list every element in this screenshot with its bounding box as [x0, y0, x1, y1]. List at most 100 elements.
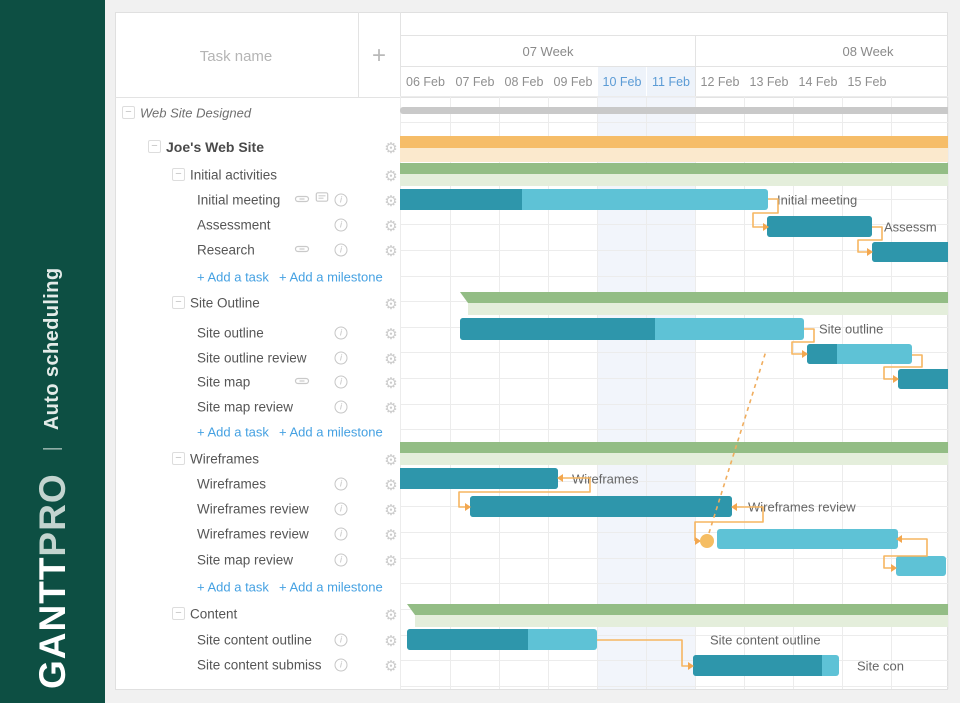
- collapse-toggle[interactable]: −: [172, 607, 185, 620]
- task-bar-site-outline[interactable]: [460, 318, 804, 340]
- info-icon[interactable]: i: [335, 634, 348, 647]
- info-icon[interactable]: i: [335, 376, 348, 389]
- task-list-label[interactable]: Assessment: [197, 218, 271, 233]
- task-list-label[interactable]: Site content outline: [197, 633, 312, 648]
- gear-icon[interactable]: ⚙: [384, 374, 397, 392]
- grid-hline: [400, 122, 948, 123]
- task-list-label[interactable]: Site map review: [197, 553, 293, 568]
- info-icon[interactable]: i: [335, 352, 348, 365]
- gear-icon[interactable]: ⚙: [384, 217, 397, 235]
- collapse-toggle[interactable]: −: [122, 106, 135, 119]
- day-header-cell[interactable]: 10 Feb: [598, 67, 646, 97]
- task-bar-site-outline-review[interactable]: [807, 344, 912, 364]
- task-bar-wireframes-review-2[interactable]: [717, 529, 898, 549]
- task-list-label[interactable]: Wireframes review: [197, 502, 309, 517]
- collapse-toggle[interactable]: −: [172, 452, 185, 465]
- gear-icon[interactable]: ⚙: [384, 242, 397, 260]
- collapse-toggle[interactable]: −: [148, 140, 161, 153]
- gear-icon[interactable]: ⚙: [384, 295, 397, 313]
- day-header-cell[interactable]: 07 Feb: [451, 67, 499, 97]
- gear-icon[interactable]: ⚙: [384, 501, 397, 519]
- summary-bar-content-summary[interactable]: [407, 604, 948, 615]
- task-bar-research[interactable]: [872, 242, 948, 262]
- task-bar-assessment[interactable]: [767, 216, 872, 237]
- task-list-label[interactable]: Site content submiss: [197, 658, 322, 673]
- add-milestone-link[interactable]: + Add a milestone: [279, 425, 383, 440]
- collapse-toggle[interactable]: −: [172, 168, 185, 181]
- summary-bar-wireframes-summary[interactable]: [400, 442, 948, 453]
- add-task-link[interactable]: + Add a task: [197, 270, 269, 285]
- task-bar-site-content-submiss[interactable]: [693, 655, 839, 676]
- day-header-cell[interactable]: 14 Feb: [794, 67, 842, 97]
- task-list-label[interactable]: Joe's Web Site: [166, 139, 264, 155]
- attachment-icon[interactable]: [295, 373, 310, 391]
- task-bar-wireframes[interactable]: [400, 468, 558, 489]
- gear-icon[interactable]: ⚙: [384, 526, 397, 544]
- gear-icon[interactable]: ⚙: [384, 399, 397, 417]
- day-header-cell[interactable]: 12 Feb: [696, 67, 744, 97]
- info-icon[interactable]: i: [335, 401, 348, 414]
- comment-icon[interactable]: [316, 191, 329, 209]
- info-icon[interactable]: i: [335, 659, 348, 672]
- day-header-cell[interactable]: 09 Feb: [549, 67, 597, 97]
- project-bar-web-site-designed[interactable]: [400, 107, 948, 114]
- info-icon[interactable]: i: [335, 219, 348, 232]
- info-icon[interactable]: i: [335, 244, 348, 257]
- day-header-cell[interactable]: 13 Feb: [745, 67, 793, 97]
- add-task-link[interactable]: + Add a task: [197, 425, 269, 440]
- day-header-cell[interactable]: 15 Feb: [843, 67, 891, 97]
- task-bar-site-map[interactable]: [898, 369, 948, 389]
- add-task-link[interactable]: + Add a task: [197, 580, 269, 595]
- gear-icon[interactable]: ⚙: [384, 606, 397, 624]
- day-header-cell[interactable]: [892, 67, 948, 97]
- task-list-label[interactable]: Site outline: [197, 326, 264, 341]
- gear-icon[interactable]: ⚙: [384, 476, 397, 494]
- day-header-cell[interactable]: 06 Feb: [401, 67, 450, 97]
- task-list-label[interactable]: Initial activities: [190, 168, 277, 183]
- task-list-label[interactable]: Site Outline: [190, 296, 260, 311]
- week-header-cell[interactable]: 07 Week: [522, 44, 573, 59]
- day-header-cell[interactable]: 11 Feb: [647, 67, 695, 97]
- attachment-icon[interactable]: [295, 241, 310, 259]
- task-list-label[interactable]: Wireframes: [197, 477, 266, 492]
- task-list-label[interactable]: Site map review: [197, 400, 293, 415]
- add-milestone-link[interactable]: + Add a milestone: [279, 270, 383, 285]
- info-icon[interactable]: i: [335, 327, 348, 340]
- task-list-label[interactable]: Research: [197, 243, 255, 258]
- summary-bar-initial-activities[interactable]: [400, 163, 948, 174]
- summary-bar-site-outline-summary[interactable]: [460, 292, 948, 303]
- info-icon[interactable]: i: [335, 503, 348, 516]
- task-bar-initial-meeting[interactable]: [400, 189, 768, 210]
- info-icon[interactable]: i: [335, 478, 348, 491]
- task-bar-site-content-outline[interactable]: [407, 629, 597, 650]
- gear-icon[interactable]: ⚙: [384, 632, 397, 650]
- task-list-label[interactable]: Content: [190, 607, 237, 622]
- attachment-icon[interactable]: [295, 191, 310, 209]
- gear-icon[interactable]: ⚙: [384, 192, 397, 210]
- task-list-label[interactable]: Site outline review: [197, 351, 307, 366]
- task-list-label[interactable]: Wireframes review: [197, 527, 309, 542]
- add-milestone-link[interactable]: + Add a milestone: [279, 580, 383, 595]
- gear-icon[interactable]: ⚙: [384, 325, 397, 343]
- info-icon[interactable]: i: [335, 554, 348, 567]
- summary-bar-joes-web-site[interactable]: [400, 136, 948, 148]
- gear-icon[interactable]: ⚙: [384, 451, 397, 469]
- task-bar-site-map-review-bar[interactable]: [896, 556, 946, 576]
- gear-icon[interactable]: ⚙: [384, 552, 397, 570]
- gear-icon[interactable]: ⚙: [384, 350, 397, 368]
- gear-icon[interactable]: ⚙: [384, 167, 397, 185]
- info-icon[interactable]: i: [335, 528, 348, 541]
- collapse-toggle[interactable]: −: [172, 296, 185, 309]
- task-list-label[interactable]: Site map: [197, 375, 250, 390]
- task-list-label[interactable]: Wireframes: [190, 452, 259, 467]
- task-list-label[interactable]: Initial meeting: [197, 193, 280, 208]
- add-column-button[interactable]: +: [372, 42, 386, 70]
- info-icon[interactable]: i: [335, 194, 348, 207]
- task-list-label[interactable]: Web Site Designed: [140, 106, 251, 121]
- day-header-cell[interactable]: 08 Feb: [500, 67, 548, 97]
- task-bar-wireframes-review-1[interactable]: [470, 496, 732, 517]
- week-header-cell[interactable]: 08 Week: [842, 44, 893, 59]
- gear-icon[interactable]: ⚙: [384, 657, 397, 675]
- grid-hline: [400, 583, 948, 584]
- gear-icon[interactable]: ⚙: [384, 139, 397, 157]
